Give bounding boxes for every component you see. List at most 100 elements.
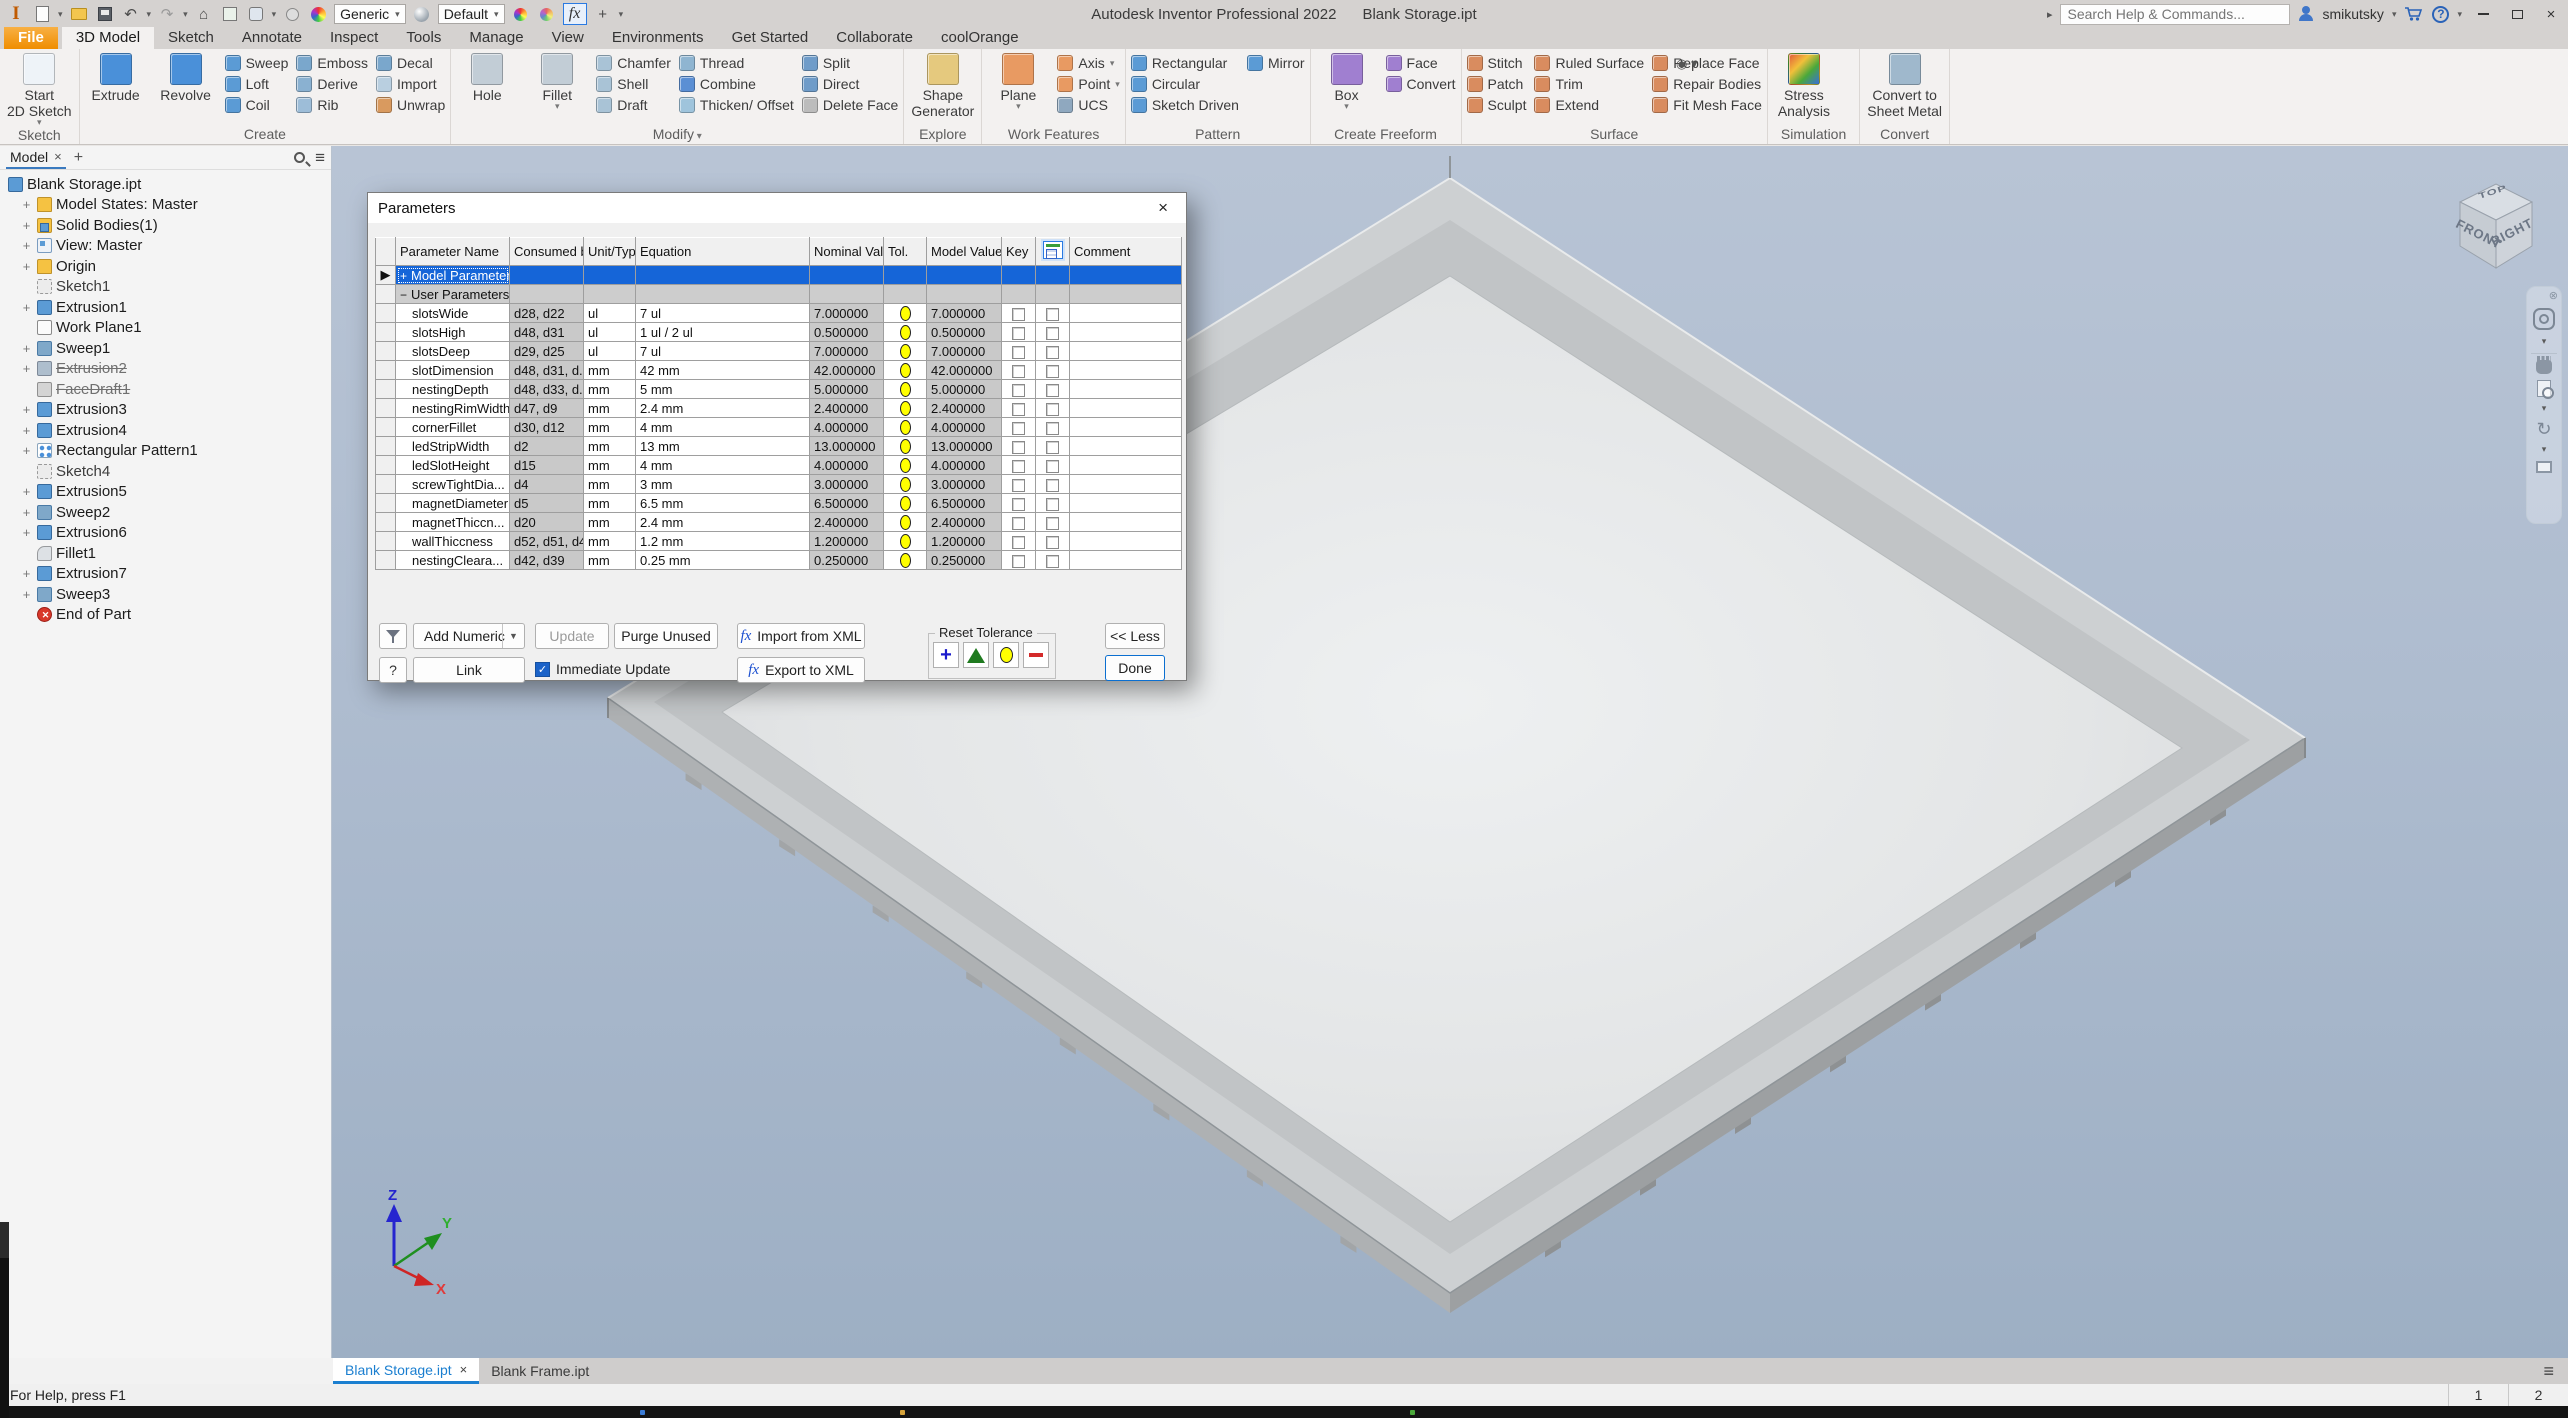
button-repair-bodies[interactable]: Repair Bodies: [1652, 75, 1762, 93]
close-button[interactable]: ×: [2538, 4, 2564, 24]
tab-coolorange[interactable]: coolOrange: [927, 27, 1033, 49]
tree-item-blank-storage-ipt[interactable]: Blank Storage.ipt: [0, 174, 331, 195]
tolerance-cell[interactable]: [884, 304, 927, 323]
tab-menu-icon[interactable]: ≡: [2543, 1361, 2554, 1382]
tree-item-sweep2[interactable]: +Sweep2: [0, 502, 331, 523]
parameters-fx-button[interactable]: fx: [563, 3, 587, 25]
tree-item-facedraft1[interactable]: FaceDraft1: [0, 379, 331, 400]
tab-inspect[interactable]: Inspect: [316, 27, 392, 49]
equation-cell[interactable]: 2.4 mm: [636, 399, 810, 418]
link-button[interactable]: Link: [413, 657, 525, 683]
ribbon-options-icon[interactable]: ◉ ▾: [1676, 56, 1697, 72]
expand-icon[interactable]: +: [20, 341, 33, 356]
redo-dropdown-icon[interactable]: ▾: [183, 9, 188, 20]
expand-icon[interactable]: +: [20, 259, 33, 274]
tree-item-fillet1[interactable]: Fillet1: [0, 543, 331, 564]
navigation-wheel-icon[interactable]: [2533, 308, 2555, 330]
tolerance-cell[interactable]: [884, 456, 927, 475]
help-dropdown-icon[interactable]: ▾: [2457, 9, 2462, 20]
tab-file[interactable]: File: [4, 27, 58, 49]
button-plane[interactable]: Plane: [987, 50, 1049, 110]
unit-type-cell[interactable]: ul: [584, 342, 636, 361]
button-sculpt[interactable]: Sculpt: [1467, 96, 1527, 114]
button-delete-face[interactable]: Delete Face: [802, 96, 898, 114]
parameter-name-cell[interactable]: wallThiccness: [396, 532, 510, 551]
comment-cell[interactable]: [1070, 532, 1182, 551]
export-checkbox-cell[interactable]: [1036, 551, 1070, 570]
parameter-name-cell[interactable]: slotsDeep: [396, 342, 510, 361]
add-browser-tab-button[interactable]: +: [74, 149, 83, 167]
adjust-appearance-icon[interactable]: [511, 4, 531, 24]
tree-item-sweep3[interactable]: +Sweep3: [0, 584, 331, 605]
tab-environments[interactable]: Environments: [598, 27, 718, 49]
expand-icon[interactable]: +: [20, 197, 33, 212]
button-coil[interactable]: Coil: [225, 96, 289, 114]
equation-cell[interactable]: 5 mm: [636, 380, 810, 399]
view-cube[interactable]: TOP FRONT RIGHT: [2448, 176, 2544, 280]
expand-icon[interactable]: +: [400, 269, 411, 283]
unit-type-cell[interactable]: mm: [584, 361, 636, 380]
button-patch[interactable]: Patch: [1467, 75, 1527, 93]
export-checkbox-cell[interactable]: [1036, 304, 1070, 323]
export-checkbox-cell[interactable]: [1036, 418, 1070, 437]
unit-type-cell[interactable]: mm: [584, 437, 636, 456]
expand-icon[interactable]: +: [20, 402, 33, 417]
parameter-row-nestingcleara[interactable]: nestingCleara...d42, d39mm0.25 mm0.25000…: [376, 551, 1182, 570]
appearance-select[interactable]: Default▾: [438, 4, 505, 24]
export-checkbox-cell[interactable]: [1036, 323, 1070, 342]
tolerance-minus-button[interactable]: [1023, 642, 1049, 668]
button-decal[interactable]: Decal: [376, 54, 445, 72]
button-ucs[interactable]: UCS: [1057, 96, 1119, 114]
sketch-tool-icon[interactable]: [220, 4, 240, 24]
parameter-name-cell[interactable]: slotDimension: [396, 361, 510, 380]
button-stress-analysis[interactable]: Stress Analysis: [1773, 50, 1835, 119]
group-row-user-parameters[interactable]: −User Parameters: [376, 285, 1182, 304]
undo-button[interactable]: ↶: [121, 4, 141, 24]
unit-type-cell[interactable]: mm: [584, 399, 636, 418]
button-ruled-surface[interactable]: Ruled Surface: [1534, 54, 1644, 72]
key-checkbox-cell[interactable]: [1002, 551, 1036, 570]
open-button[interactable]: [69, 4, 89, 24]
measure-icon[interactable]: [282, 4, 302, 24]
button-unwrap[interactable]: Unwrap: [376, 96, 445, 114]
comment-cell[interactable]: [1070, 475, 1182, 494]
tree-item-extrusion4[interactable]: +Extrusion4: [0, 420, 331, 441]
less-button[interactable]: << Less: [1105, 623, 1165, 649]
tree-item-origin[interactable]: +Origin: [0, 256, 331, 277]
equation-cell[interactable]: 1 ul / 2 ul: [636, 323, 810, 342]
parameter-row-slotswide[interactable]: slotsWided28, d22ul7 ul7.0000007.000000: [376, 304, 1182, 323]
parameter-row-ledslotheight[interactable]: ledSlotHeightd15mm4 mm4.0000004.000000: [376, 456, 1182, 475]
export-checkbox-cell[interactable]: [1036, 475, 1070, 494]
button-axis[interactable]: Axis: [1057, 54, 1119, 72]
parameter-row-magnetthiccn[interactable]: magnetThiccn...d20mm2.4 mm2.4000002.4000…: [376, 513, 1182, 532]
add-qat-icon[interactable]: +: [593, 4, 613, 24]
equation-cell[interactable]: 7 ul: [636, 304, 810, 323]
button-thicken-offset[interactable]: Thicken/ Offset: [679, 96, 794, 114]
tab-view[interactable]: View: [538, 27, 598, 49]
unit-type-cell[interactable]: ul: [584, 304, 636, 323]
column-header-parameter-name[interactable]: Parameter Name: [396, 238, 510, 266]
equation-cell[interactable]: 0.25 mm: [636, 551, 810, 570]
save-button[interactable]: [95, 4, 115, 24]
tree-item-sketch4[interactable]: Sketch4: [0, 461, 331, 482]
expand-icon[interactable]: +: [20, 361, 33, 376]
button-convert[interactable]: Convert: [1386, 75, 1456, 93]
parameter-name-cell[interactable]: slotsHigh: [396, 323, 510, 342]
user-dropdown-icon[interactable]: ▾: [2392, 9, 2397, 20]
undo-dropdown-icon[interactable]: ▾: [147, 9, 152, 20]
button-shell[interactable]: Shell: [596, 75, 671, 93]
tolerance-cell[interactable]: [884, 399, 927, 418]
expand-icon[interactable]: +: [20, 218, 33, 233]
button-import[interactable]: Import: [376, 75, 445, 93]
tolerance-cell[interactable]: [884, 532, 927, 551]
purge-unused-button[interactable]: Purge Unused: [614, 623, 718, 649]
expand-icon[interactable]: +: [20, 587, 33, 602]
parameter-row-slotshigh[interactable]: slotsHighd48, d31ul1 ul / 2 ul0.5000000.…: [376, 323, 1182, 342]
parameter-name-cell[interactable]: nestingRimWidth: [396, 399, 510, 418]
button-sweep[interactable]: Sweep: [225, 54, 289, 72]
button-convert-to-sheet-metal[interactable]: Convert to Sheet Metal: [1865, 50, 1944, 119]
expand-icon[interactable]: +: [20, 443, 33, 458]
tolerance-plus-button[interactable]: +: [933, 642, 959, 668]
parameter-row-slotsdeep[interactable]: slotsDeepd29, d25ul7 ul7.0000007.000000: [376, 342, 1182, 361]
key-checkbox-cell[interactable]: [1002, 304, 1036, 323]
